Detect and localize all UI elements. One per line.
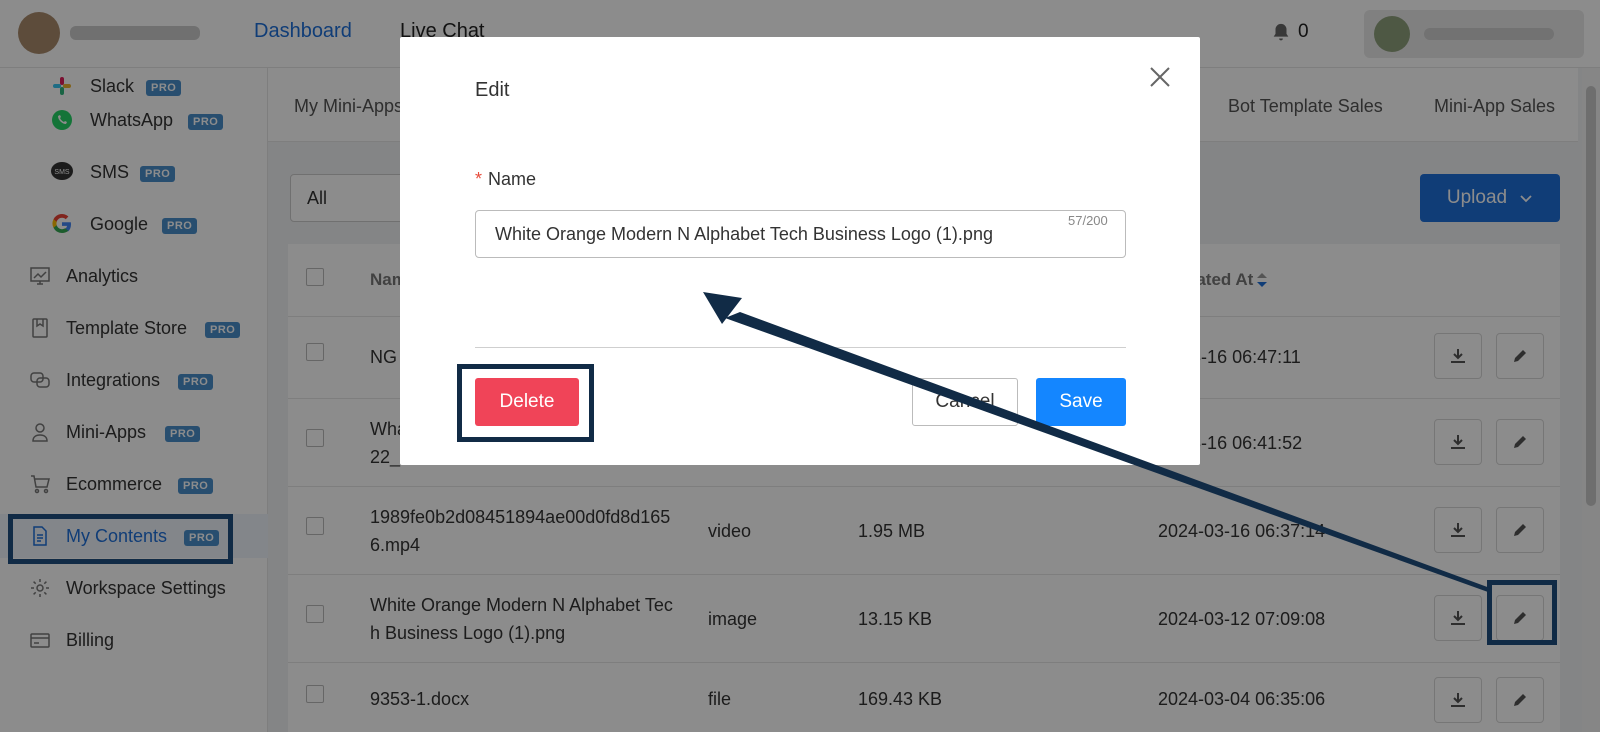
annotation-arrow xyxy=(703,292,1490,592)
